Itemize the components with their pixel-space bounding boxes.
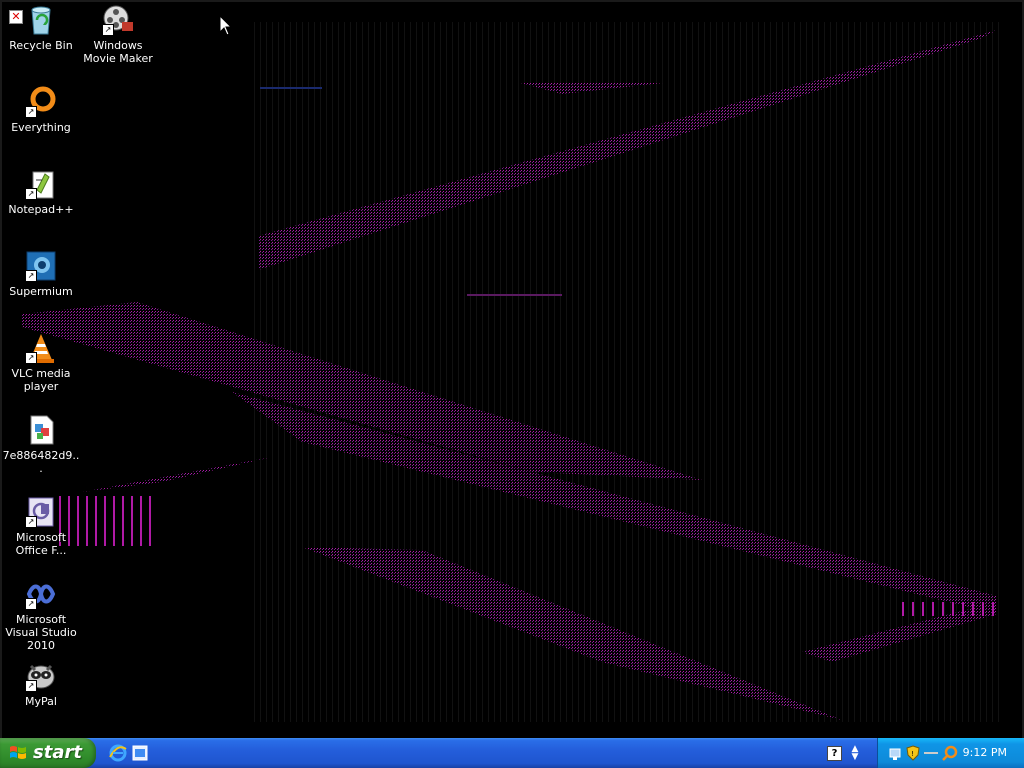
desktop-icon-everything[interactable]: ↗ Everything (2, 86, 80, 134)
shortcut-arrow-icon: ↗ (102, 24, 114, 36)
windows-logo-icon (10, 746, 26, 759)
visual-studio-icon: ↗ (25, 578, 57, 610)
shortcut-arrow-icon: ↗ (25, 352, 37, 364)
notepad-plus-plus-icon: ↗ (25, 168, 57, 200)
icon-label: Microsoft Office F... (15, 531, 67, 557)
icon-label: Supermium (9, 285, 73, 298)
icon-label: MyPal (25, 695, 57, 708)
mouse-cursor-icon (219, 15, 233, 36)
network-icon[interactable] (888, 746, 902, 760)
chevron-expand-icon[interactable]: ▲ ▼ (850, 745, 860, 762)
clock[interactable]: 9:12 PM (963, 746, 1007, 759)
vlc-cone-icon: ↗ (25, 332, 57, 364)
desktop-icon-windows-movie-maker[interactable]: ↗ Windows Movie Maker (79, 4, 157, 65)
desktop-icon-notepad-plus-plus[interactable]: ↗ Notepad++ (2, 168, 80, 216)
desktop-icon-mypal[interactable]: ↗ MyPal (2, 660, 80, 708)
shortcut-arrow-icon: ↗ (25, 188, 37, 200)
office-icon: ↗ (25, 496, 57, 528)
movie-maker-icon: ↗ (102, 4, 134, 36)
desktop[interactable]: Recycle Bin ✕ ↗ Windows Movie Maker ↗ Ev… (0, 0, 1024, 738)
volume-icon[interactable] (924, 752, 938, 754)
search-icon[interactable] (942, 745, 958, 761)
icon-label: Windows Movie Maker (83, 39, 153, 65)
icon-label: VLC media player (11, 367, 71, 393)
icon-label: Microsoft Visual Studio 2010 (5, 613, 77, 652)
shortcut-arrow-icon: ↗ (25, 516, 37, 528)
recycle-bin-icon (25, 4, 57, 36)
rendering-artifacts (22, 22, 1002, 722)
icon-label: Everything (11, 121, 71, 134)
security-shield-icon[interactable]: ! (906, 745, 920, 761)
icon-label: Notepad++ (8, 203, 74, 216)
image-file-icon (25, 414, 57, 446)
desktop-icon-supermium[interactable]: ↗ Supermium (2, 250, 80, 298)
help-icon[interactable]: ? (827, 746, 842, 761)
shortcut-arrow-icon: ↗ (25, 106, 37, 118)
start-label: start (33, 742, 82, 763)
icon-label: 7e886482d9... (2, 449, 80, 475)
desktop-icon-visual-studio-2010[interactable]: ↗ Microsoft Visual Studio 2010 (2, 578, 80, 652)
supermium-browser-icon: ↗ (25, 250, 57, 282)
close-icon[interactable]: ✕ (9, 10, 23, 24)
desktop-icon-vlc-media-player[interactable]: ↗ VLC media player (2, 332, 80, 393)
icon-label: Recycle Bin (9, 39, 73, 52)
everything-search-icon: ↗ (25, 86, 57, 118)
shortcut-arrow-icon: ↗ (25, 680, 37, 692)
desktop-icon-image-file[interactable]: 7e886482d9... (2, 414, 80, 475)
shortcut-arrow-icon: ↗ (25, 270, 37, 282)
shortcut-arrow-icon: ↗ (25, 598, 37, 610)
system-tray: ! 9:12 PM (877, 738, 1024, 768)
desktop-icon-microsoft-office[interactable]: ↗ Microsoft Office F... (2, 496, 80, 557)
mypal-browser-icon: ↗ (25, 660, 57, 692)
svg-text:!: ! (911, 750, 914, 758)
show-desktop-icon[interactable] (130, 743, 150, 763)
taskbar: start ? ▲ ▼ ! 9:12 PM (0, 738, 1024, 768)
start-button[interactable]: start (0, 738, 96, 768)
internet-explorer-icon[interactable] (108, 743, 128, 763)
